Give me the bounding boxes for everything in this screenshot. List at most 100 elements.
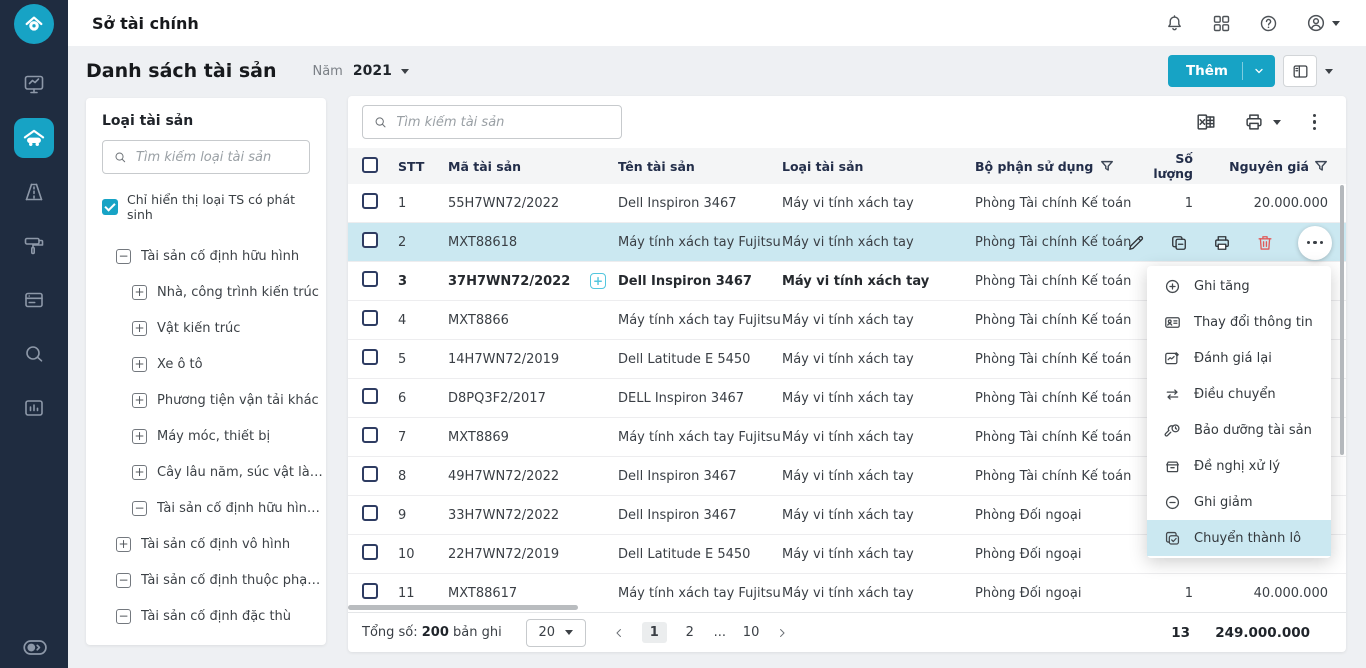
chevron-down-icon[interactable]	[1325, 69, 1333, 74]
row-checkbox[interactable]	[362, 427, 378, 443]
tree-item[interactable]: +Vật kiến trúc	[86, 310, 326, 346]
row-checkbox[interactable]	[362, 271, 378, 287]
col-stt[interactable]: STT	[398, 159, 448, 174]
tree-item[interactable]: −Tài sản cố định hữu hình...	[86, 490, 326, 526]
context-menu-item[interactable]: Chuyển thành lô	[1147, 520, 1331, 556]
row-type: Máy vi tính xách tay	[782, 313, 975, 328]
row-type: Máy vi tính xách tay	[782, 430, 975, 445]
expand-toggle-icon[interactable]: +	[132, 393, 147, 408]
tree-item[interactable]: +Cây lâu năm, súc vật làm...	[86, 454, 326, 490]
tree-item[interactable]: +Xe ô tô	[86, 346, 326, 382]
tree-item[interactable]: +Máy móc, thiết bị	[86, 418, 326, 454]
expand-toggle-icon[interactable]: +	[132, 357, 147, 372]
expand-toggle-icon[interactable]: +	[132, 285, 147, 300]
expand-toggle-icon[interactable]: +	[116, 537, 131, 552]
asset-type-search-input[interactable]	[136, 150, 299, 165]
context-menu-item[interactable]: Thay đổi thông tin	[1147, 304, 1331, 340]
sidebar-item-records[interactable]	[14, 280, 54, 320]
col-code[interactable]: Mã tài sản	[448, 159, 618, 174]
collapse-toggle-icon[interactable]: −	[116, 573, 131, 588]
collapse-toggle-icon[interactable]: −	[116, 609, 131, 624]
col-name[interactable]: Tên tài sản	[618, 159, 782, 174]
row-qty: 1	[1143, 586, 1193, 601]
apps-menu-button[interactable]	[1211, 13, 1232, 34]
col-price[interactable]: Nguyên giá	[1193, 159, 1328, 174]
delete-icon[interactable]	[1255, 233, 1275, 253]
tree-item[interactable]: +Tài sản cố định vô hình	[86, 526, 326, 562]
print-icon[interactable]	[1212, 233, 1232, 253]
context-menu-item[interactable]: Ghi tăng	[1147, 268, 1331, 304]
sidebar-item-assets[interactable]	[14, 118, 54, 158]
page-button[interactable]: 10	[743, 625, 760, 640]
row-checkbox[interactable]	[362, 388, 378, 404]
expand-toggle-icon[interactable]: +	[132, 429, 147, 444]
export-excel-button[interactable]	[1195, 111, 1217, 133]
vertical-scrollbar[interactable]	[1340, 185, 1344, 455]
row-checkbox[interactable]	[362, 349, 378, 365]
help-button[interactable]	[1258, 13, 1279, 34]
sidebar-item-roads[interactable]	[14, 172, 54, 212]
page-button[interactable]: 2	[683, 625, 697, 640]
context-menu-item[interactable]: Điều chuyển	[1147, 376, 1331, 412]
context-menu-item[interactable]: Đánh giá lại	[1147, 340, 1331, 376]
page-button[interactable]: 1	[642, 622, 667, 643]
col-type[interactable]: Loại tài sản	[782, 159, 975, 174]
select-all-checkbox[interactable]	[362, 157, 378, 173]
print-menu-button[interactable]	[1243, 111, 1281, 133]
table-row[interactable]: 2MXT88618Máy tính xách tay FujitsuMáy vi…	[348, 223, 1346, 262]
row-checkbox[interactable]	[362, 583, 378, 599]
page-button[interactable]: ...	[713, 625, 727, 640]
app-logo[interactable]	[14, 4, 54, 44]
expand-toggle-icon[interactable]: +	[132, 465, 147, 480]
row-checkbox[interactable]	[362, 466, 378, 482]
row-checkbox[interactable]	[362, 310, 378, 326]
add-button[interactable]: Thêm	[1168, 55, 1275, 87]
collapse-toggle-icon[interactable]: −	[132, 501, 147, 516]
tree-item[interactable]: −Tài sản cố định thuộc phạm...	[86, 562, 326, 598]
table-row[interactable]: 155H7WN72/2022Dell Inspiron 3467Máy vi t…	[348, 184, 1346, 223]
collapse-toggle-icon[interactable]: −	[116, 249, 131, 264]
layout-toggle-button[interactable]	[1283, 55, 1317, 87]
show-only-active-checkbox[interactable]	[102, 199, 118, 215]
tree-item[interactable]: −Tài sản cố định hữu hình	[86, 238, 326, 274]
asset-search[interactable]	[362, 105, 622, 139]
more-options-button[interactable]	[1307, 112, 1323, 133]
context-menu-item[interactable]: Đề nghị xử lý	[1147, 448, 1331, 484]
sidebar-item-dashboard[interactable]	[14, 64, 54, 104]
context-menu-item[interactable]: Ghi giảm	[1147, 484, 1331, 520]
row-checkbox[interactable]	[362, 193, 378, 209]
col-dept[interactable]: Bộ phận sử dụng	[975, 159, 1143, 174]
col-qty[interactable]: Số lượng	[1143, 151, 1193, 181]
asset-search-input[interactable]	[396, 115, 611, 130]
sidebar-item-maintenance[interactable]	[14, 226, 54, 266]
asset-type-search[interactable]	[102, 140, 310, 174]
row-more-button[interactable]	[1298, 226, 1332, 260]
year-select[interactable]: 2021	[353, 63, 392, 79]
tree-item[interactable]: +Phương tiện vận tải khác	[86, 382, 326, 418]
next-page-button[interactable]	[775, 626, 789, 640]
duplicate-icon[interactable]	[1169, 233, 1189, 253]
row-price: 20.000.000	[1193, 196, 1328, 211]
row-checkbox[interactable]	[362, 505, 378, 521]
sidebar-item-search[interactable]	[14, 334, 54, 374]
sidebar-item-reports[interactable]	[14, 388, 54, 428]
row-checkbox[interactable]	[362, 232, 378, 248]
filter-icon[interactable]	[1314, 159, 1328, 173]
horizontal-scrollbar[interactable]	[348, 605, 578, 610]
row-checkbox[interactable]	[362, 544, 378, 560]
chevron-down-icon[interactable]	[401, 69, 409, 74]
sidebar-collapse-toggle[interactable]	[0, 634, 68, 660]
chevron-down-icon	[1332, 21, 1340, 26]
expand-toggle-icon[interactable]: +	[132, 321, 147, 336]
row-code-text: 14H7WN72/2019	[448, 352, 559, 367]
filter-icon[interactable]	[1100, 159, 1114, 173]
context-menu-item[interactable]: Bảo dưỡng tài sản	[1147, 412, 1331, 448]
add-button-dropdown[interactable]	[1242, 62, 1275, 80]
account-menu-button[interactable]	[1305, 12, 1340, 34]
page-size-select[interactable]: 20	[526, 619, 586, 647]
tree-item[interactable]: +Nhà, công trình kiến trúc	[86, 274, 326, 310]
edit-pencil-icon[interactable]	[1126, 233, 1146, 253]
tree-item[interactable]: −Tài sản cố định đặc thù	[86, 598, 326, 634]
prev-page-button[interactable]	[612, 626, 626, 640]
notifications-button[interactable]	[1164, 13, 1185, 34]
